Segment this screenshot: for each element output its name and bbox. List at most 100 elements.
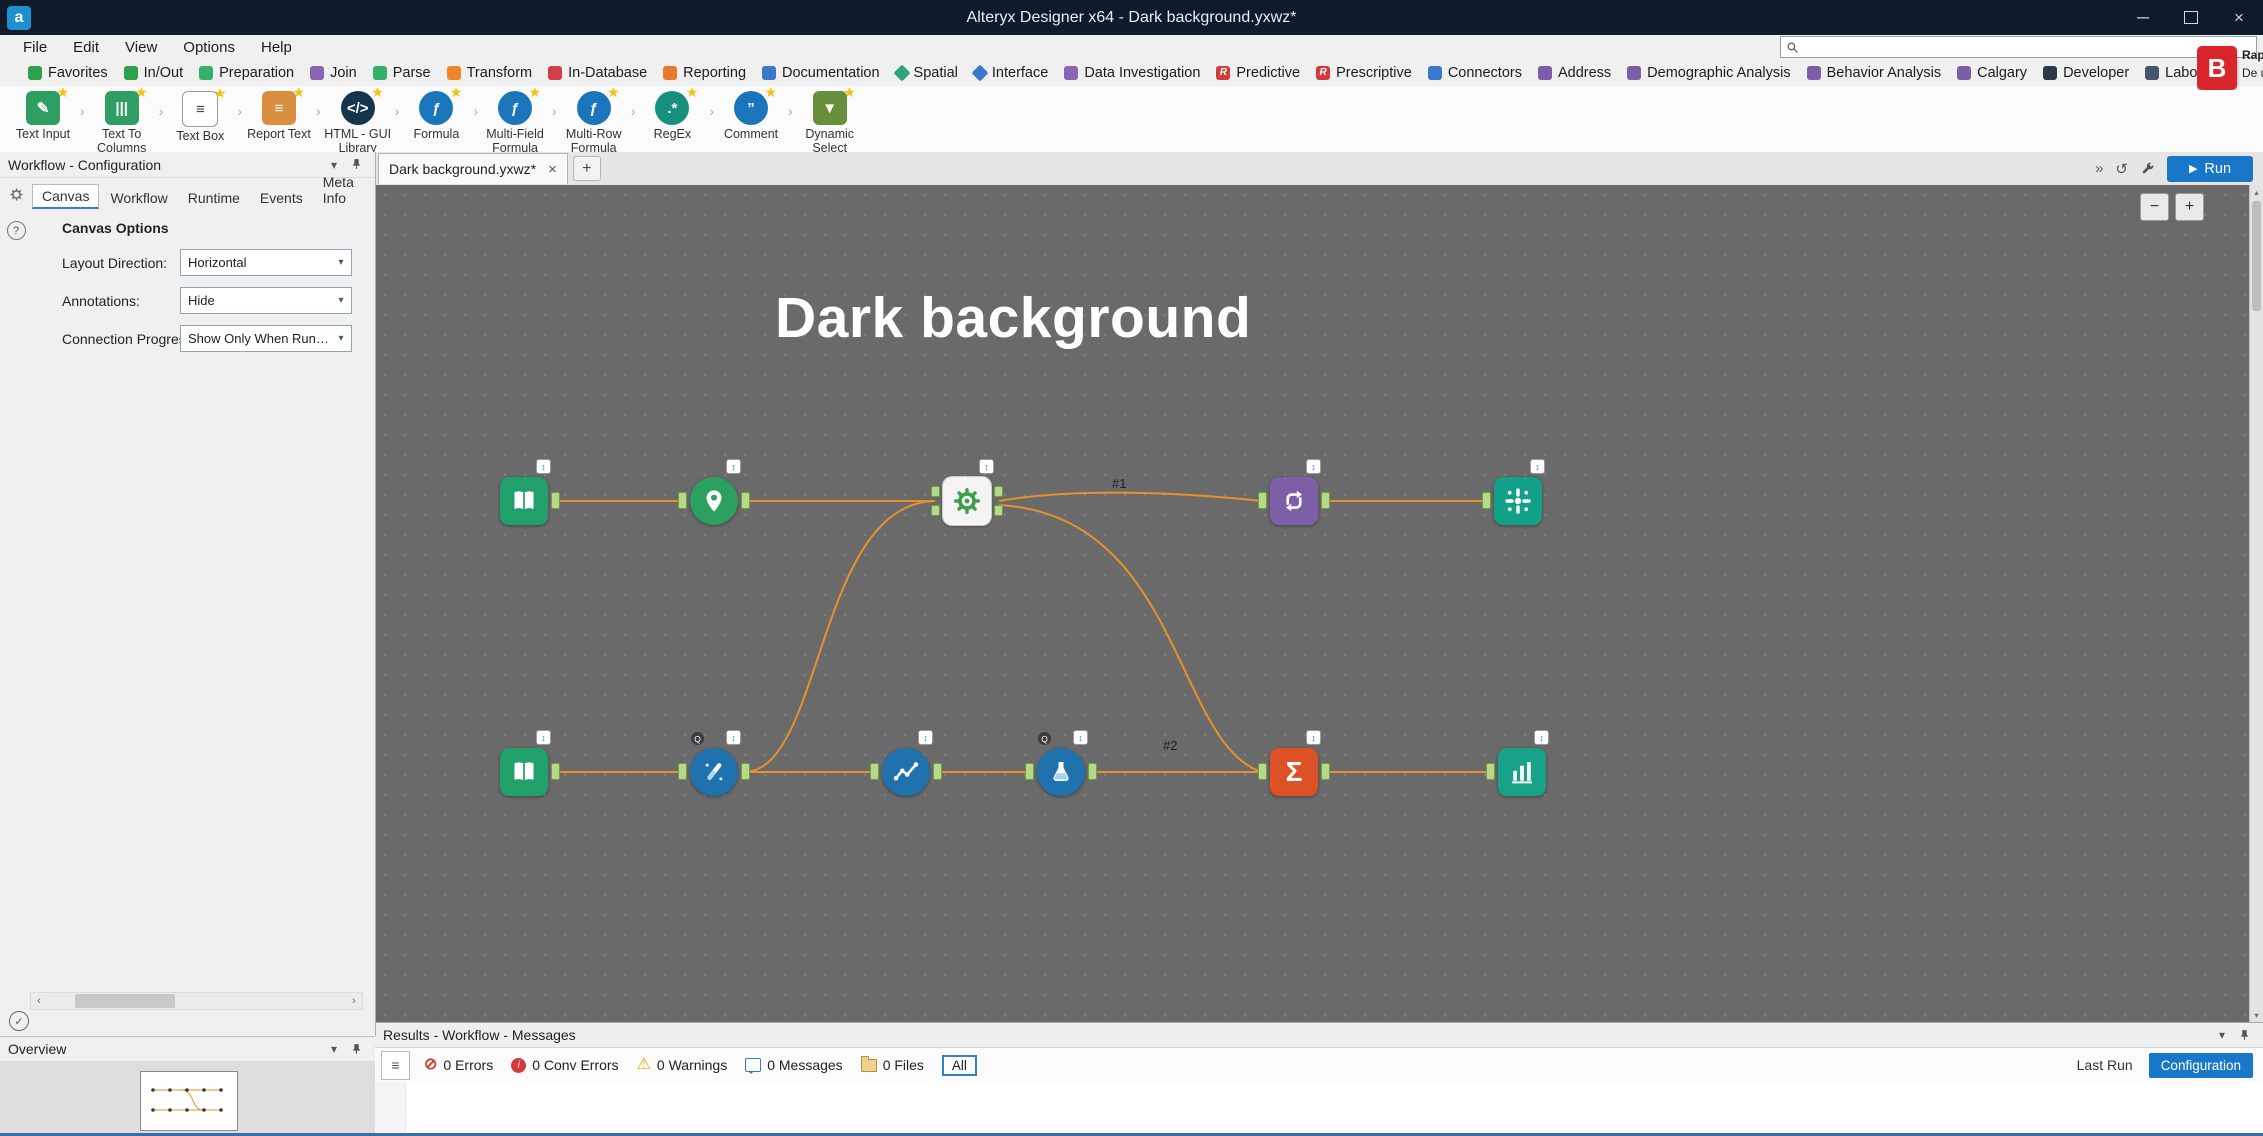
palette-multi-row-formula[interactable]: ƒ★Multi-Row Formula (557, 91, 631, 155)
wrench-icon[interactable] (2140, 161, 2155, 176)
filter-0-messages[interactable]: 0 Messages (745, 1057, 842, 1073)
configuration-button[interactable]: Configuration (2149, 1053, 2253, 1078)
menu-edit[interactable]: Edit (60, 39, 112, 56)
anchor-badge-icon[interactable]: ↕ (1530, 459, 1545, 474)
input-anchor[interactable] (1482, 492, 1491, 509)
input-anchor[interactable] (678, 763, 687, 780)
palette-dynamic-select[interactable]: ▼★Dynamic Select (793, 91, 867, 155)
category-interface[interactable]: Interface (966, 65, 1056, 81)
menu-file[interactable]: File (10, 39, 60, 56)
input-anchor[interactable] (1025, 763, 1034, 780)
output-anchor[interactable] (551, 492, 560, 509)
palette-text-to-columns[interactable]: |||★Text To Columns (85, 91, 159, 155)
output-anchor[interactable] (994, 505, 1003, 516)
maximize-button[interactable] (2167, 0, 2215, 35)
category-predictive[interactable]: RPredictive (1208, 65, 1308, 81)
anchor-badge-icon[interactable]: ↕ (536, 730, 551, 745)
palette-html-gui-library[interactable]: </>★HTML - GUI Library (321, 91, 395, 155)
tool-input-data-2[interactable]: ↕ (500, 748, 548, 796)
workflow-tab[interactable]: Dark background.yxwz* × (378, 153, 568, 184)
input-anchor[interactable] (1258, 492, 1267, 509)
category-in-out[interactable]: In/Out (116, 65, 192, 81)
output-anchor[interactable] (1321, 492, 1330, 509)
tool-summarize[interactable]: Σ↕ (1270, 748, 1318, 796)
dropdown-layout-direction[interactable]: Horizontal▾ (180, 249, 352, 276)
category-prescriptive[interactable]: RPrescriptive (1308, 65, 1420, 81)
tab-close-icon[interactable]: × (548, 161, 557, 178)
input-anchor[interactable] (931, 486, 940, 497)
anchor-badge-icon[interactable]: ↕ (979, 459, 994, 474)
config-tab-canvas[interactable]: Canvas (32, 184, 99, 209)
overflow-chevrons-icon[interactable]: » (2095, 160, 2103, 177)
category-connectors[interactable]: Connectors (1420, 65, 1530, 81)
output-anchor[interactable] (741, 492, 750, 509)
filter-0-files[interactable]: 0 Files (861, 1057, 924, 1073)
chevron-down-icon[interactable]: ▾ (331, 326, 351, 351)
anchor-badge-icon[interactable]: ↕ (1306, 459, 1321, 474)
category-spatial[interactable]: Spatial (888, 65, 966, 81)
scroll-down-icon[interactable]: ▾ (2250, 1008, 2263, 1022)
filter-0-warnings[interactable]: ⚠0 Warnings (637, 1057, 728, 1073)
palette-text-box[interactable]: ≡★Text Box (163, 91, 237, 143)
scroll-left-icon[interactable]: ‹ (31, 995, 47, 1007)
run-button[interactable]: ▶ Run (2167, 156, 2253, 182)
config-tab-events[interactable]: Events (251, 187, 312, 209)
notification-badge[interactable]: B (2197, 46, 2237, 90)
search-box[interactable] (1780, 36, 2257, 58)
config-tab-workflow[interactable]: Workflow (101, 187, 176, 209)
category-join[interactable]: Join (302, 65, 365, 81)
output-anchor[interactable] (1321, 763, 1330, 780)
filter-0-errors[interactable]: ⊘0 Errors (424, 1057, 493, 1073)
pin-icon[interactable] (345, 158, 367, 171)
output-anchor[interactable] (551, 763, 560, 780)
category-favorites[interactable]: Favorites (20, 65, 116, 81)
category-developer[interactable]: Developer (2035, 65, 2137, 81)
results-pin-icon[interactable] (2233, 1029, 2255, 1042)
input-anchor[interactable] (678, 492, 687, 509)
zoom-in-button[interactable]: + (2175, 193, 2204, 221)
tool-chart-tool[interactable]: ↕ (882, 748, 930, 796)
palette-report-text[interactable]: ≡★Report Text (242, 91, 316, 141)
palette-text-input[interactable]: ✎★Text Input (6, 91, 80, 141)
category-preparation[interactable]: Preparation (191, 65, 302, 81)
category-in-database[interactable]: In-Database (540, 65, 655, 81)
quality-badge-icon[interactable]: Q (1038, 732, 1051, 745)
anchor-badge-icon[interactable]: ↕ (1073, 730, 1088, 745)
overview-minimap[interactable] (0, 1061, 375, 1134)
dropdown-connection-progress[interactable]: Show Only When Running▾ (180, 325, 352, 352)
notification-flyout[interactable]: B Rap De u (2197, 46, 2263, 90)
tool-input-data-1[interactable]: ↕ (500, 477, 548, 525)
tool-lab-flask[interactable]: Q↕ (1037, 748, 1085, 796)
collapse-chevron-icon[interactable]: ▾ (323, 158, 345, 172)
anchor-badge-icon[interactable]: ↕ (726, 459, 741, 474)
palette-regex[interactable]: .*★RegEx (635, 91, 709, 141)
tool-process-gear[interactable]: ↕ (943, 477, 991, 525)
canvas-vertical-scrollbar[interactable]: ▴ ▾ (2249, 185, 2263, 1022)
category-reporting[interactable]: Reporting (655, 65, 754, 81)
results-chevron-icon[interactable]: ▾ (2211, 1028, 2233, 1042)
minimap-viewport[interactable] (140, 1071, 238, 1131)
palette-multi-field-formula[interactable]: ƒ★Multi-Field Formula (478, 91, 552, 155)
chevron-down-icon[interactable]: ▾ (331, 288, 351, 313)
scroll-right-icon[interactable]: › (346, 995, 362, 1007)
output-anchor[interactable] (994, 486, 1003, 497)
close-button[interactable]: × (2215, 0, 2263, 35)
zoom-out-button[interactable]: − (2140, 193, 2169, 221)
menu-options[interactable]: Options (170, 39, 248, 56)
dropdown-annotations[interactable]: Hide▾ (180, 287, 352, 314)
tool-map-input[interactable]: ↕ (690, 477, 738, 525)
scroll-thumb[interactable] (75, 994, 175, 1008)
category-data-investigation[interactable]: Data Investigation (1056, 65, 1208, 81)
category-transform[interactable]: Transform (439, 65, 541, 81)
config-tab-runtime[interactable]: Runtime (179, 187, 249, 209)
output-anchor[interactable] (741, 763, 750, 780)
anchor-badge-icon[interactable]: ↕ (918, 730, 933, 745)
tool-arrange[interactable]: ↕ (1270, 477, 1318, 525)
vertical-scroll-thumb[interactable] (2252, 201, 2261, 311)
config-tab-meta-info[interactable]: Meta Info (314, 171, 367, 209)
category-parse[interactable]: Parse (365, 65, 439, 81)
scroll-track[interactable] (47, 993, 346, 1009)
config-horizontal-scrollbar[interactable]: ‹ › (30, 992, 363, 1010)
last-run-button[interactable]: Last Run (2077, 1057, 2133, 1073)
anchor-badge-icon[interactable]: ↕ (726, 730, 741, 745)
